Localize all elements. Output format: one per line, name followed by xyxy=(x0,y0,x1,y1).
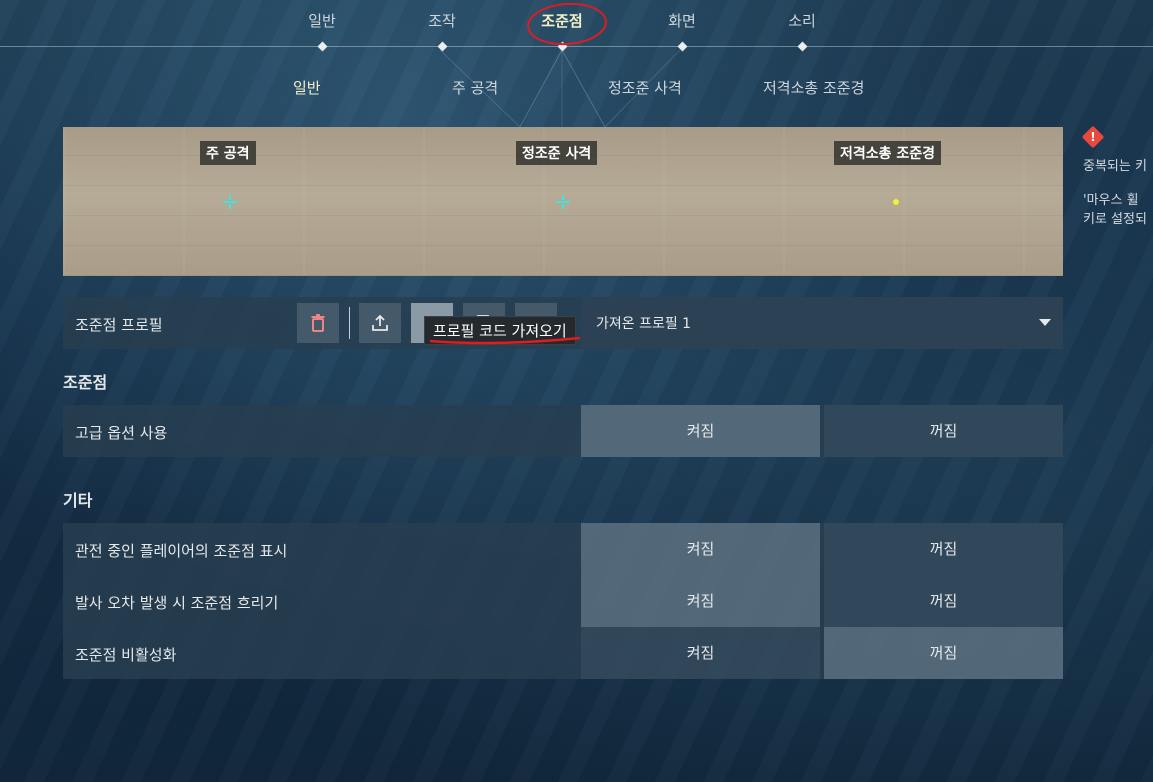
toggle-on-button[interactable]: 켜짐 xyxy=(581,627,820,679)
subtab-primary[interactable]: 주 공격 xyxy=(452,77,498,98)
setting-row-disable-crosshair: 조준점 비활성화 켜짐 꺼짐 xyxy=(63,627,1063,679)
preview-label-primary: 주 공격 xyxy=(200,141,256,165)
crosshair-primary-icon xyxy=(223,195,237,209)
warning-text-line: 중복되는 키 xyxy=(1083,159,1147,174)
setting-row-advanced-options: 고급 옵션 사용 켜짐 꺼짐 xyxy=(63,405,1063,457)
setting-label: 관전 중인 플레이어의 조준점 표시 xyxy=(75,542,288,560)
setting-label: 조준점 비활성화 xyxy=(75,646,177,664)
warning-text-line: '마우스 휠 xyxy=(1083,193,1139,208)
chevron-down-icon xyxy=(1039,319,1051,326)
toggle-off-button[interactable]: 꺼짐 xyxy=(824,523,1063,575)
preview-label-sniper: 저격소총 조준경 xyxy=(834,141,942,165)
setting-row-spectated-crosshair: 관전 중인 플레이어의 조준점 표시 켜짐 꺼짐 xyxy=(63,523,1063,575)
profile-dropdown[interactable]: 가져온 프로필 1 xyxy=(581,297,1063,349)
crosshair-preview: 주 공격 정조준 사격 저격소총 조준경 xyxy=(63,127,1063,276)
button-separator xyxy=(349,307,350,339)
setting-label: 발사 오차 발생 시 조준점 흐리기 xyxy=(75,594,279,612)
sniper-dot-icon xyxy=(893,199,899,205)
setting-row-fade-on-error: 발사 오차 발생 시 조준점 흐리기 켜짐 꺼짐 xyxy=(63,575,1063,627)
crosshair-ads-icon xyxy=(556,195,570,209)
warning-icon: ! xyxy=(1081,125,1105,149)
delete-profile-button[interactable] xyxy=(297,303,339,343)
section-title-crosshair: 조준점 xyxy=(63,373,108,392)
toggle-off-button[interactable]: 꺼짐 xyxy=(824,405,1063,457)
subtab-sniper-scope[interactable]: 저격소총 조준경 xyxy=(763,77,864,98)
setting-label: 고급 옵션 사용 xyxy=(75,424,168,442)
preview-label-ads: 정조준 사격 xyxy=(516,141,598,165)
toggle-on-button[interactable]: 켜짐 xyxy=(581,523,820,575)
toggle-off-button[interactable]: 꺼짐 xyxy=(824,575,1063,627)
section-title-other: 기타 xyxy=(63,491,93,510)
annotation-underline xyxy=(429,336,581,345)
profile-label: 조준점 프로필 xyxy=(75,316,163,334)
export-profile-button[interactable] xyxy=(359,303,401,343)
trash-icon xyxy=(311,314,325,332)
warning-text-line: 키로 설정되 xyxy=(1083,212,1147,227)
upload-icon xyxy=(372,314,388,331)
toggle-on-button[interactable]: 켜짐 xyxy=(581,575,820,627)
subtab-ads[interactable]: 정조준 사격 xyxy=(608,77,682,98)
subtab-general[interactable]: 일반 xyxy=(293,77,321,98)
toggle-on-button[interactable]: 켜짐 xyxy=(581,405,820,457)
profile-dropdown-value: 가져온 프로필 1 xyxy=(596,316,692,332)
subnav-connector-lines xyxy=(439,49,681,128)
toggle-off-button[interactable]: 꺼짐 xyxy=(824,627,1063,679)
